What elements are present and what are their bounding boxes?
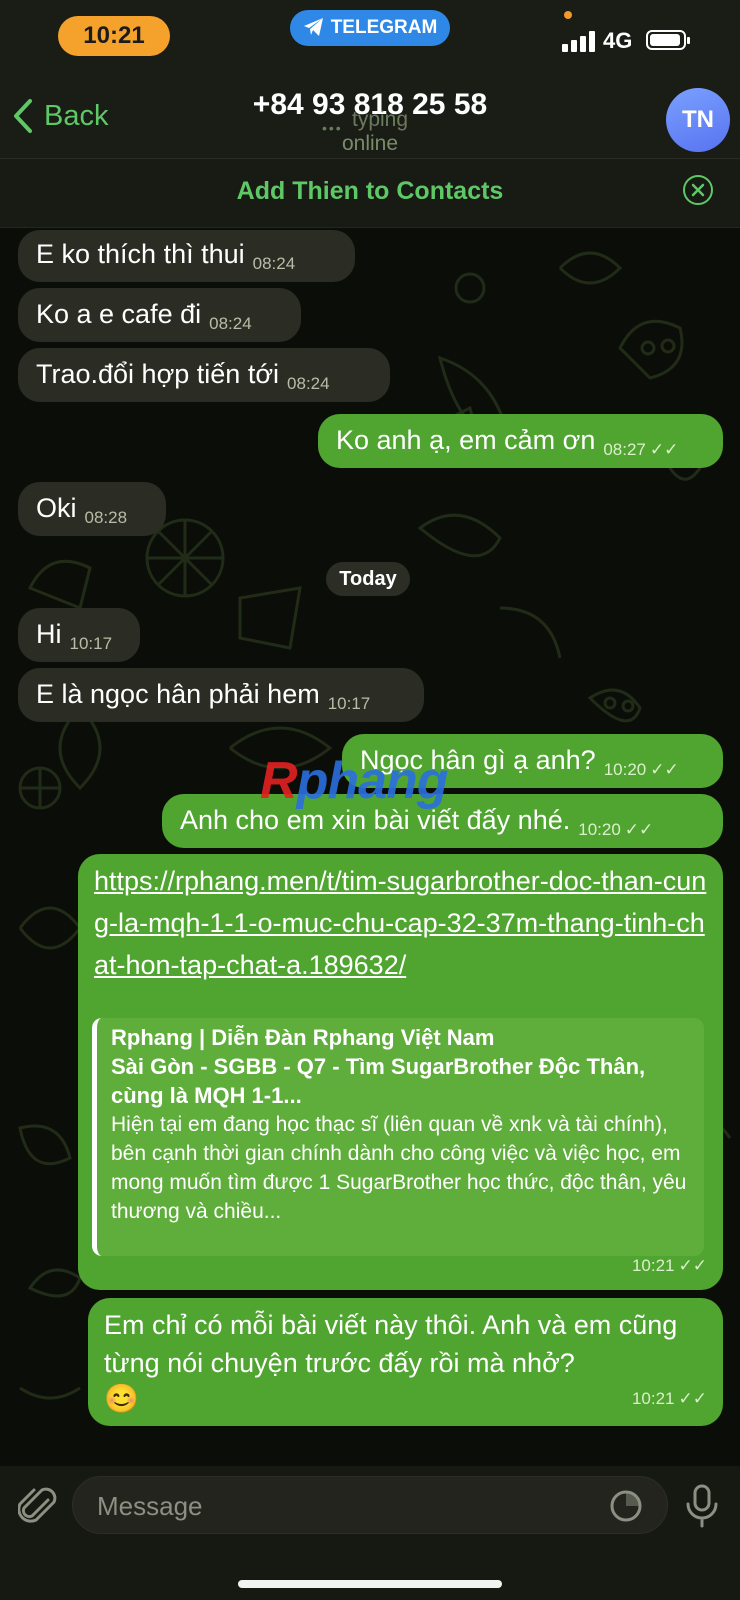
- preview-title: Sài Gòn - SGBB - Q7 - Tìm SugarBrother Đ…: [111, 1054, 646, 1108]
- network-type: 4G: [603, 28, 633, 53]
- message-time: 10:21: [631, 1256, 675, 1275]
- message-incoming[interactable]: Ko a e cafe đi 08:24: [18, 288, 301, 342]
- message-time: 08:24: [252, 254, 296, 273]
- emoji: 😊: [104, 1383, 139, 1414]
- message-outgoing[interactable]: Em chỉ có mỗi bài viết này thôi. Anh và …: [88, 1298, 723, 1426]
- read-checks-icon: ✓✓: [649, 440, 679, 459]
- status-bar: 10:21 TELEGRAM 4G: [0, 0, 740, 70]
- message-text: Ko anh ạ, em cảm ơn: [336, 425, 596, 455]
- telegram-badge[interactable]: TELEGRAM: [290, 10, 450, 46]
- read-checks-icon: ✓✓: [650, 760, 679, 779]
- watermark-logo: Rphang: [260, 752, 449, 810]
- add-to-contacts-button[interactable]: Add Thien to Contacts: [0, 177, 740, 206]
- message-text: Oki: [36, 493, 77, 523]
- message-incoming[interactable]: Hi 10:17: [18, 608, 140, 662]
- message-time: 10:17: [327, 694, 371, 713]
- chat-header: Back +84 93 818 25 58 ••• typing online …: [0, 70, 740, 159]
- message-input-box[interactable]: [72, 1476, 668, 1534]
- day-separator: Today: [326, 562, 410, 596]
- message-text: Ko a e cafe đi: [36, 299, 202, 329]
- status-time: 10:21: [58, 16, 170, 56]
- message-time: 08:27: [603, 440, 646, 459]
- message-time: 10:17: [69, 634, 113, 653]
- read-checks-icon: ✓✓: [678, 1256, 708, 1275]
- microphone-icon[interactable]: [684, 1484, 720, 1528]
- preview-description: Hiện tại em đang học thạc sĩ (liên quan …: [111, 1113, 687, 1223]
- telegram-icon: [303, 18, 323, 36]
- message-time: 10:20: [603, 760, 647, 779]
- post-link[interactable]: https://rphang.men/t/tim-sugarbrother-do…: [94, 860, 707, 986]
- message-text: E là ngọc hân phải hem: [36, 679, 320, 709]
- message-meta: 10:21 ✓✓: [624, 1240, 707, 1282]
- message-incoming[interactable]: Oki 08:28: [18, 482, 166, 536]
- chat-area[interactable]: E ko thích thì thui 08:24 Ko a e cafe đi 0…: [0, 228, 740, 1466]
- signal-icon: [562, 30, 596, 52]
- message-text: Hi: [36, 619, 62, 649]
- message-text: Em chỉ có mỗi bài viết này thôi. Anh và …: [104, 1310, 678, 1378]
- avatar[interactable]: TN: [666, 88, 730, 152]
- typing-indicator: typing: [352, 108, 409, 131]
- message-outgoing-link[interactable]: https://rphang.men/t/tim-sugarbrother-do…: [78, 854, 723, 1290]
- message-time: 08:28: [84, 508, 128, 527]
- message-outgoing[interactable]: Ko anh ạ, em cảm ơn 08:27 ✓✓: [318, 414, 723, 468]
- link-preview[interactable]: Rphang | Diễn Đàn Rphang Việt Nam Sài Gò…: [92, 1018, 704, 1256]
- read-checks-icon: ✓✓: [678, 1389, 708, 1408]
- message-time: 08:24: [287, 374, 330, 393]
- privacy-dot: [564, 11, 572, 19]
- online-status: online: [341, 132, 399, 155]
- paperclip-icon[interactable]: [18, 1486, 58, 1530]
- message-composer: [0, 1466, 740, 1600]
- add-contact-bar: Add Thien to Contacts: [0, 159, 740, 228]
- message-input[interactable]: [95, 1487, 579, 1525]
- message-time: 10:20: [578, 820, 621, 839]
- message-incoming[interactable]: E là ngọc hân phải hem 10:17: [18, 668, 424, 722]
- message-time: 08:24: [209, 314, 252, 333]
- home-indicator: [238, 1580, 502, 1588]
- message-text: E ko thích thì thui: [36, 239, 245, 269]
- message-text: Trao.đổi hợp tiến tới: [36, 359, 280, 389]
- read-checks-icon: ✓✓: [624, 820, 654, 839]
- telegram-badge-label: TELEGRAM: [330, 17, 438, 38]
- message-meta: 10:21 ✓✓: [624, 1370, 707, 1418]
- preview-site: Rphang | Diễn Đàn Rphang Việt Nam: [111, 1025, 495, 1050]
- battery-icon: [646, 30, 690, 50]
- message-time: 10:21: [631, 1389, 675, 1408]
- sticker-icon[interactable]: [609, 1489, 643, 1523]
- message-incoming[interactable]: Trao.đổi hợp tiến tới 08:24: [18, 348, 390, 402]
- message-incoming[interactable]: E ko thích thì thui 08:24: [18, 230, 355, 282]
- close-icon[interactable]: [683, 175, 713, 205]
